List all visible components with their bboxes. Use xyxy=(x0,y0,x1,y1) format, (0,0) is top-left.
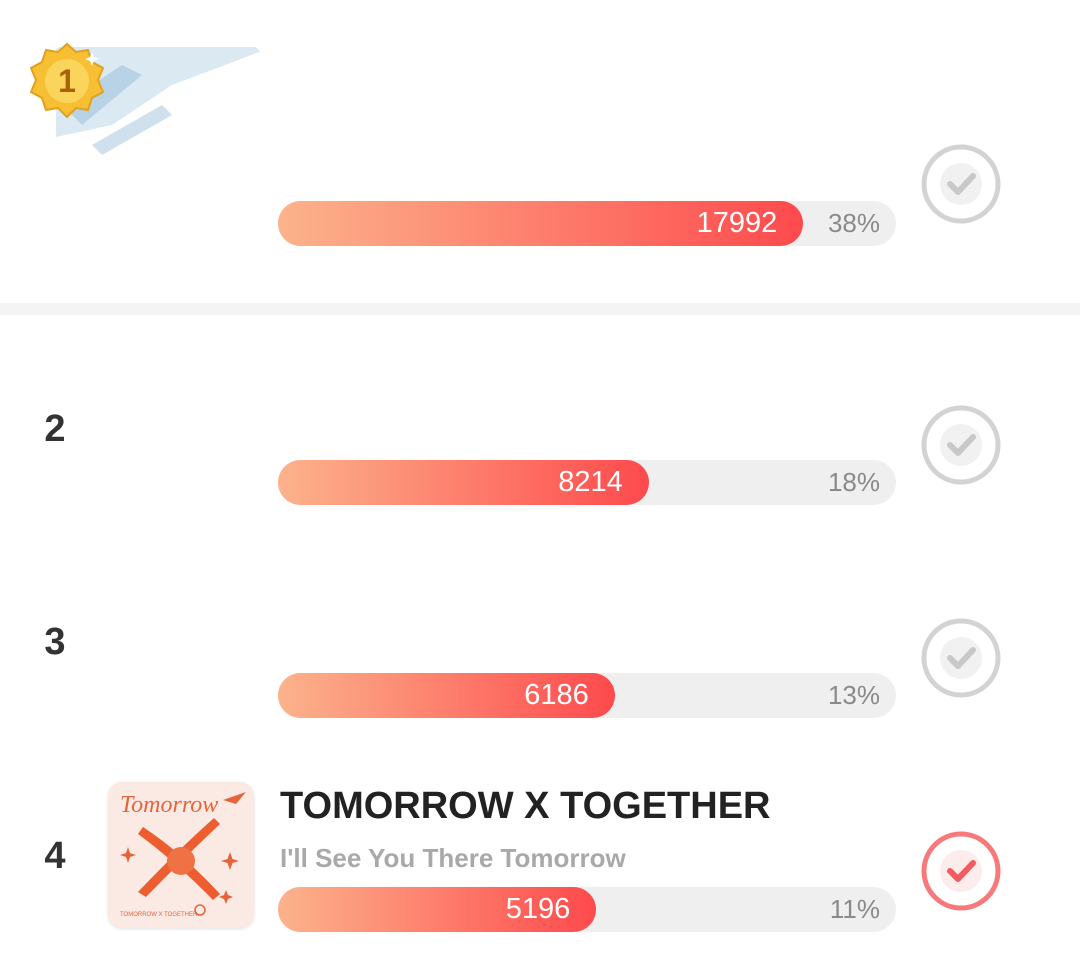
rank-number: 3 xyxy=(44,621,66,663)
ranking-row-3[interactable]: 3 6186 13% xyxy=(0,545,1080,745)
vote-count: 5196 xyxy=(505,893,571,925)
ranking-row-2[interactable]: 2 8214 18% xyxy=(0,330,1080,530)
vote-bar-fill: 17992 xyxy=(278,201,804,246)
artist-name: TOMORROW X TOGETHER xyxy=(280,785,771,827)
vote-bar: 17992 38% xyxy=(278,201,896,246)
vote-bar: 6186 13% xyxy=(278,673,896,718)
album-title: I'll See You There Tomorrow xyxy=(280,843,626,873)
vote-count: 8214 xyxy=(558,466,623,498)
vote-bar: 5196 11% xyxy=(278,887,896,932)
ranking-row-1[interactable]: 1 17992 38% xyxy=(0,0,1080,300)
vote-ranking-page: 1 17992 38% 2 8214 18% 3 6186 13% 4 Tomo… xyxy=(0,0,1080,967)
vote-count: 17992 xyxy=(696,207,778,239)
vote-percent: 18% xyxy=(827,467,880,497)
album-cover-artist-text: TOMORROW X TOGETHER xyxy=(120,912,198,918)
vote-check-button-selected[interactable] xyxy=(920,830,1002,912)
vote-check-button[interactable] xyxy=(920,404,1002,486)
album-thumbnail xyxy=(108,355,254,501)
album-cover-image: Tomorrow TOMORROW X TOGETHER xyxy=(108,782,254,928)
vote-check-button[interactable] xyxy=(920,617,1002,699)
vote-count: 6186 xyxy=(524,679,589,711)
vote-bar: 8214 18% xyxy=(278,460,896,505)
vote-check-button[interactable] xyxy=(920,143,1002,225)
ranking-row-4[interactable]: 4 Tomorrow TOMORROW X TOGETHER TOMORROW … xyxy=(0,760,1080,960)
vote-percent: 38% xyxy=(827,208,880,238)
vote-bar-fill: 5196 xyxy=(278,887,597,932)
rank-number: 4 xyxy=(44,835,66,877)
album-thumbnail xyxy=(108,570,254,716)
vote-percent: 13% xyxy=(827,680,880,710)
album-cover-text: Tomorrow xyxy=(120,792,218,818)
section-divider xyxy=(0,303,1080,315)
gold-medal-icon: 1 xyxy=(28,42,106,120)
vote-bar-fill: 6186 xyxy=(278,673,615,718)
vote-bar-fill: 8214 xyxy=(278,460,649,505)
rank-number: 2 xyxy=(44,408,66,450)
medal-rank-number: 1 xyxy=(58,63,76,99)
vote-percent: 11% xyxy=(829,894,880,924)
